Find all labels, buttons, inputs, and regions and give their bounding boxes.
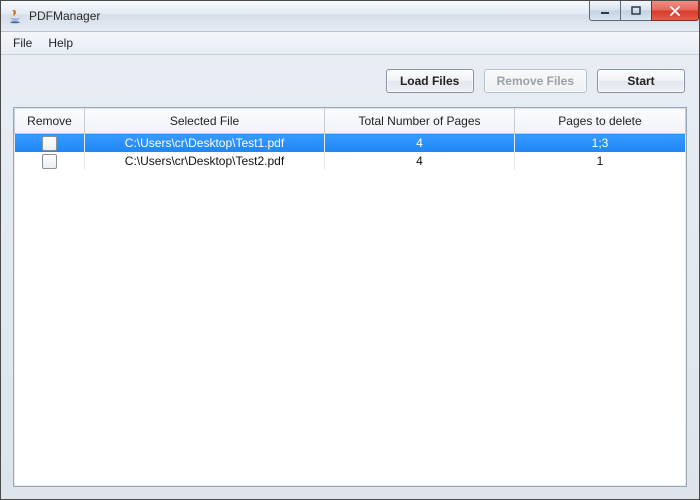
cell-pages-to-delete[interactable]: 1;3 [515,134,686,153]
start-button[interactable]: Start [597,69,685,93]
menu-help[interactable]: Help [40,34,81,52]
col-header-delete[interactable]: Pages to delete [515,109,686,134]
file-table[interactable]: Remove Selected File Total Number of Pag… [14,108,686,170]
cell-total-pages[interactable]: 4 [325,134,515,153]
minimize-button[interactable] [589,1,621,21]
remove-checkbox[interactable] [42,154,57,169]
menubar: File Help [1,32,699,55]
cell-remove[interactable] [15,152,85,170]
cell-pages-to-delete[interactable]: 1 [515,152,686,170]
remove-files-button[interactable]: Remove Files [484,69,587,93]
app-window: PDFManager File Help Load Files Remove F… [0,0,700,500]
cell-file[interactable]: C:\Users\cr\Desktop\Test1.pdf [85,134,325,153]
col-header-remove[interactable]: Remove [15,109,85,134]
close-button[interactable] [651,1,699,21]
cell-remove[interactable] [15,134,85,153]
menu-file[interactable]: File [5,34,40,52]
cell-total-pages[interactable]: 4 [325,152,515,170]
window-controls [590,1,699,21]
load-files-button[interactable]: Load Files [386,69,474,93]
table-row[interactable]: C:\Users\cr\Desktop\Test1.pdf41;3 [15,134,686,153]
table-header-row: Remove Selected File Total Number of Pag… [15,109,686,134]
col-header-pages[interactable]: Total Number of Pages [325,109,515,134]
toolbar: Load Files Remove Files Start [13,65,687,107]
java-app-icon [7,8,23,24]
content-area: Load Files Remove Files Start Remove Sel… [1,55,699,499]
file-table-panel: Remove Selected File Total Number of Pag… [13,107,687,487]
window-title: PDFManager [29,9,100,23]
table-row[interactable]: C:\Users\cr\Desktop\Test2.pdf41 [15,152,686,170]
titlebar[interactable]: PDFManager [1,1,699,32]
cell-file[interactable]: C:\Users\cr\Desktop\Test2.pdf [85,152,325,170]
remove-checkbox[interactable] [42,136,57,151]
col-header-file[interactable]: Selected File [85,109,325,134]
maximize-button[interactable] [620,1,652,21]
table-body: C:\Users\cr\Desktop\Test1.pdf41;3C:\User… [15,134,686,171]
